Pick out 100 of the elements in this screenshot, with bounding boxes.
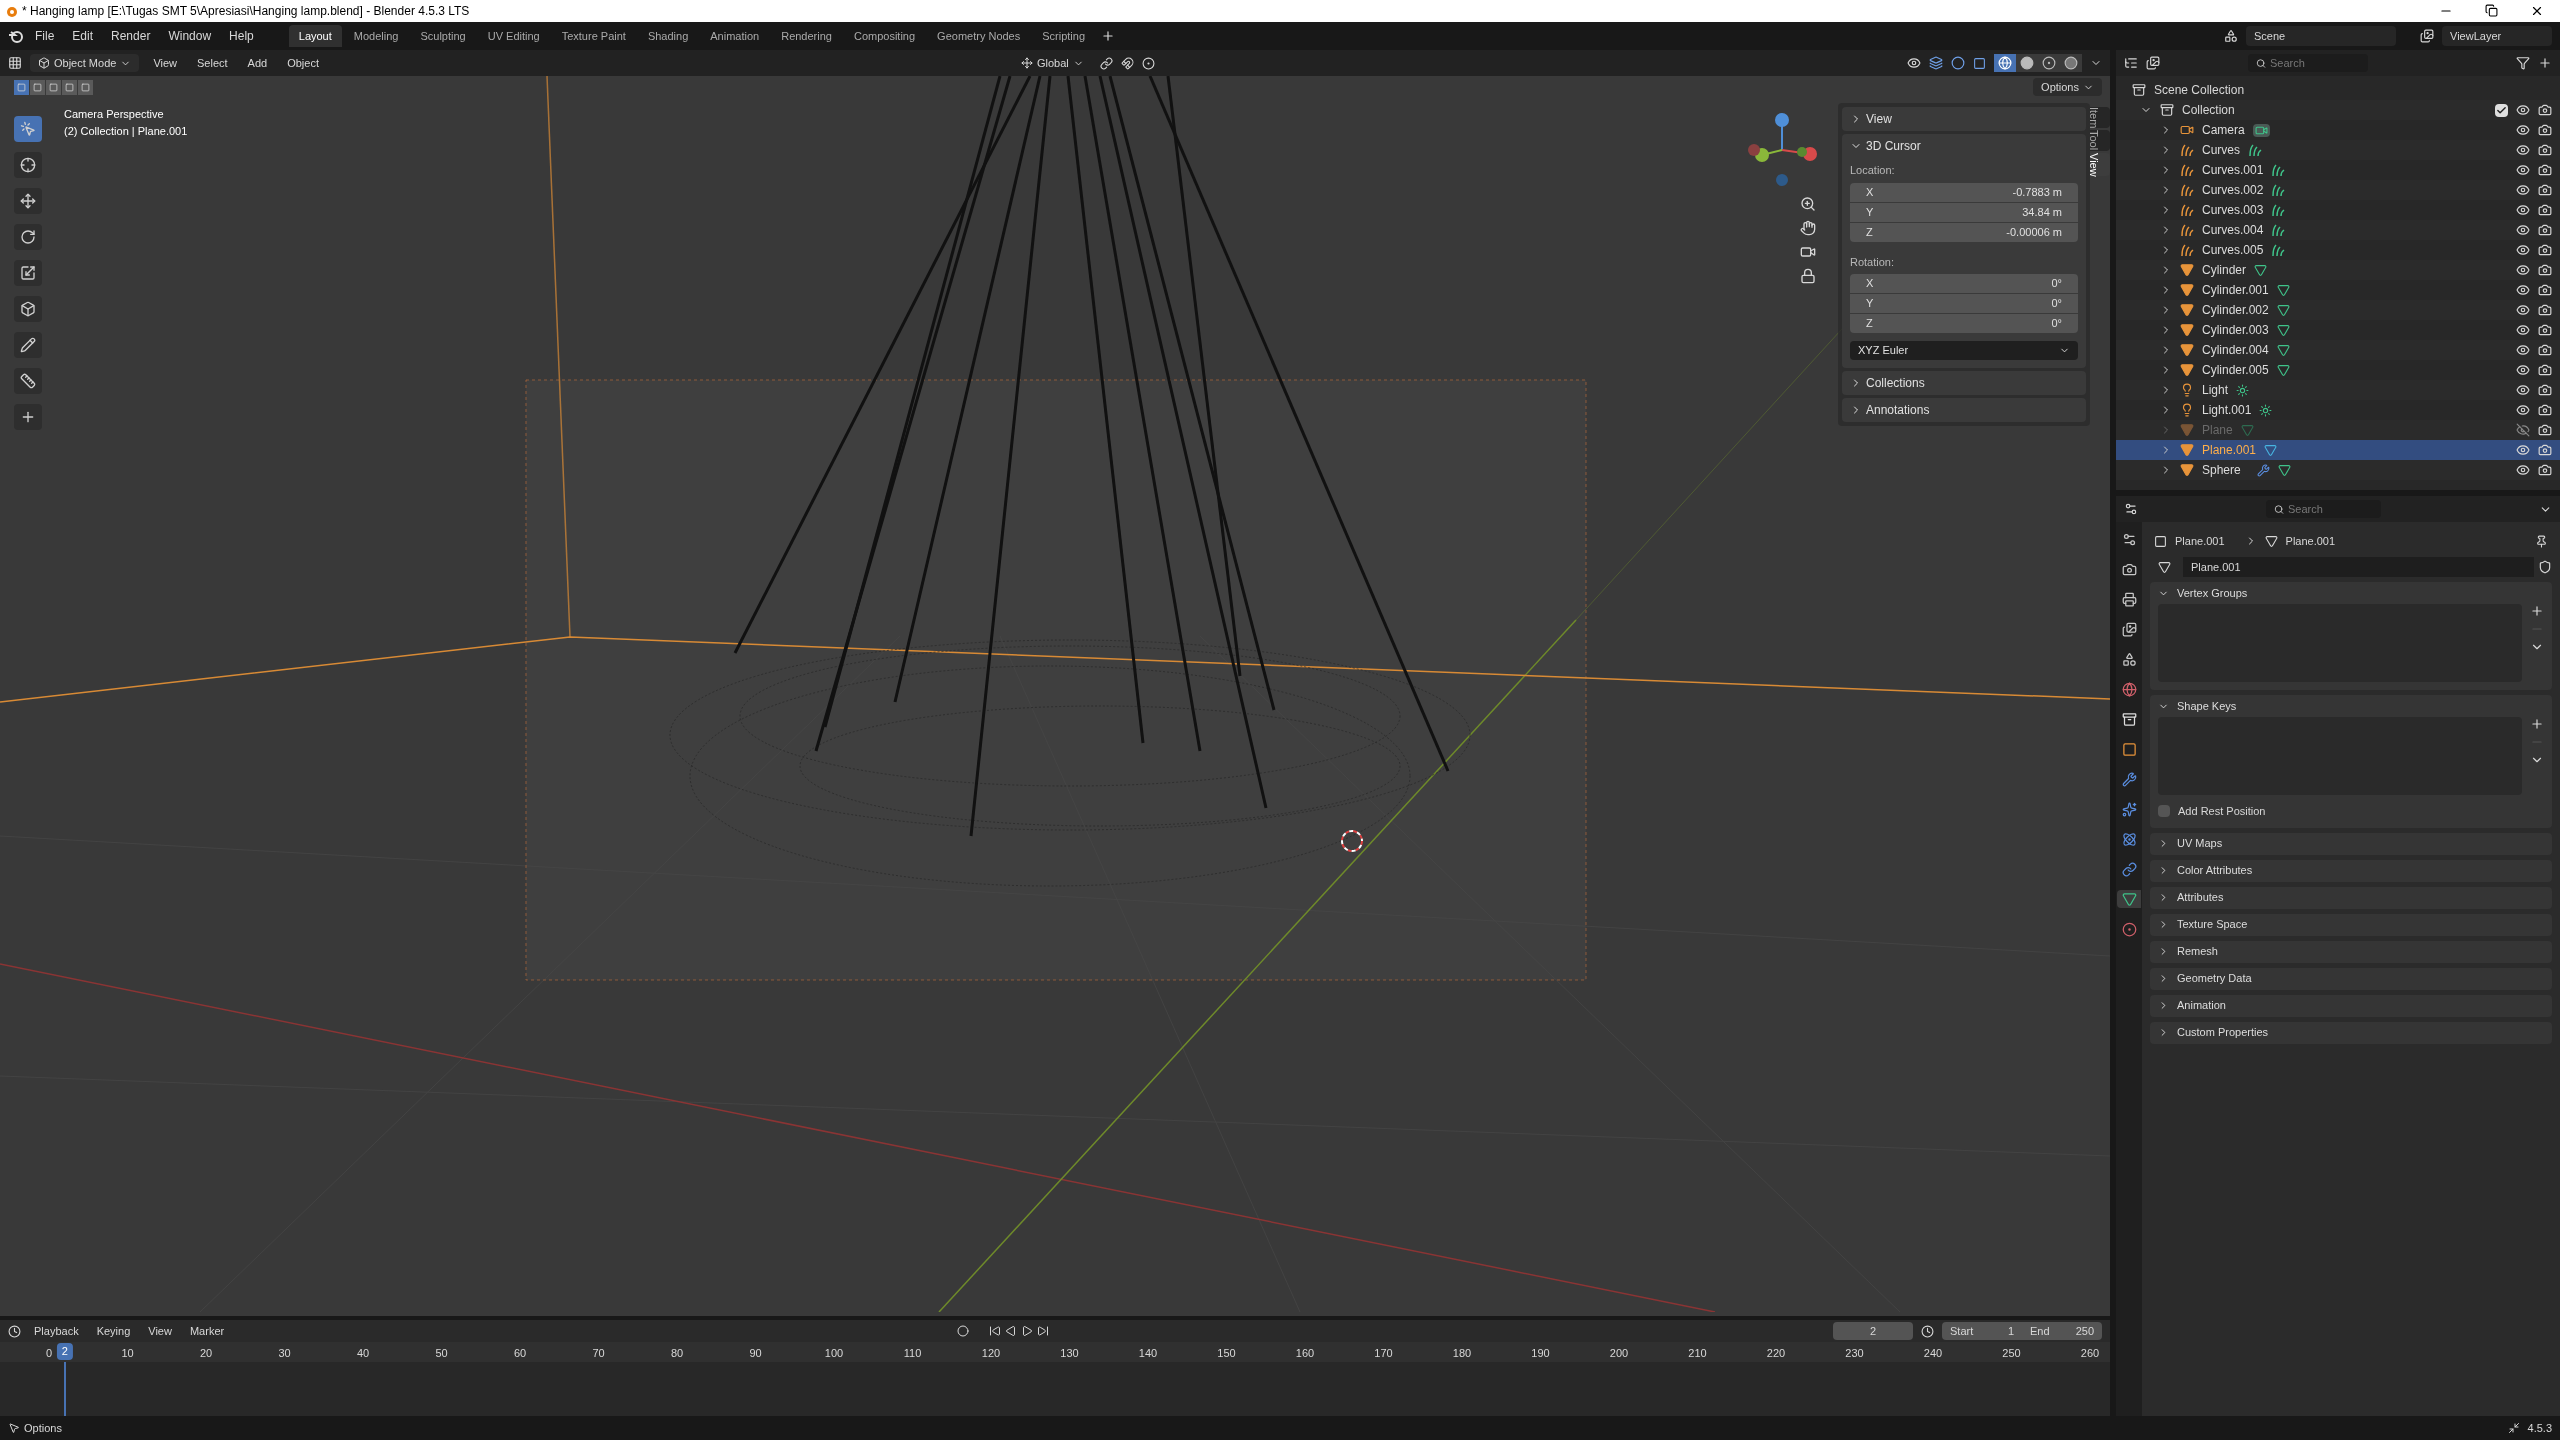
eye-icon[interactable] [2516, 143, 2530, 157]
viewport-menu-item[interactable]: View [147, 54, 184, 72]
add-icon[interactable] [2530, 717, 2544, 731]
viewport-menu-item[interactable]: Select [191, 54, 234, 72]
rotation-mode-dropdown[interactable]: XYZ Euler [1850, 341, 2078, 360]
eye-icon[interactable] [2516, 103, 2530, 117]
mesh-data-icon[interactable] [2276, 283, 2290, 297]
panel-header[interactable]: Remesh [2150, 940, 2552, 963]
search-field[interactable]: Search [2248, 54, 2368, 72]
menu-item[interactable]: Render [104, 27, 158, 45]
mesh-data-icon[interactable] [2276, 343, 2290, 357]
render-camera-icon[interactable] [2538, 323, 2552, 337]
workspace-tab[interactable]: Scripting [1032, 25, 1096, 47]
mesh-data-icon[interactable] [2276, 323, 2290, 337]
eye-icon[interactable] [2516, 263, 2530, 277]
workspace-tab[interactable]: Modeling [343, 25, 409, 47]
location-field[interactable]: Z -0.00006 m [1850, 222, 2078, 242]
render-camera-icon[interactable] [2538, 423, 2552, 437]
workspace-tab[interactable]: Layout [288, 25, 342, 47]
scene-field[interactable]: Scene [2246, 26, 2396, 46]
play-icon[interactable] [1021, 1325, 1034, 1337]
jump-end-icon[interactable] [1037, 1325, 1050, 1337]
snap-icon[interactable] [1120, 56, 1134, 70]
panel-header[interactable]: Texture Space [2150, 913, 2552, 936]
workspace-tab[interactable]: Shading [637, 25, 699, 47]
jump-start-icon[interactable] [989, 1325, 1002, 1337]
new-collection-icon[interactable] [2538, 56, 2552, 70]
editor-type-icon[interactable] [8, 1324, 21, 1338]
eye-closed-icon[interactable] [2516, 423, 2530, 437]
render-camera-icon[interactable] [2538, 303, 2552, 317]
sidebar-tab[interactable]: View [2090, 152, 2110, 177]
render-camera-icon[interactable] [2538, 443, 2552, 457]
add-icon[interactable] [2530, 604, 2544, 618]
view-layer-field[interactable]: ViewLayer [2442, 26, 2552, 46]
mesh-data-icon[interactable] [2277, 463, 2291, 477]
render-camera-icon[interactable] [2538, 223, 2552, 237]
workspace-tab[interactable]: Rendering [771, 25, 842, 47]
record-icon[interactable] [957, 1325, 970, 1337]
shading-button[interactable] [2016, 54, 2038, 72]
select-mode-button[interactable] [62, 80, 77, 95]
render-camera-icon[interactable] [2538, 343, 2552, 357]
editor-type-icon[interactable] [8, 56, 22, 70]
panel-header[interactable]: Custom Properties [2150, 1021, 2552, 1044]
panel-header[interactable]: Geometry Data [2150, 967, 2552, 990]
render-camera-icon[interactable] [2538, 143, 2552, 157]
render-camera-icon[interactable] [2538, 243, 2552, 257]
tree-item[interactable]: Scene Collection [2154, 81, 2245, 99]
panel-header[interactable]: Color Attributes [2150, 859, 2552, 882]
sun-icon[interactable] [2259, 403, 2273, 417]
viewport[interactable]: Options Camera Perspective (2) Collection | Plane.001 View 3D Cursor Location: X -0.7883 m Y 34.84 m Z -0.00006 m Rotation: X 0° Y 0° Z 0° XYZ Euler Collections Annotations Item Tool View [0, 76, 2110, 1316]
data-name-field[interactable]: Plane.001 [2183, 557, 2534, 577]
tool-button[interactable] [14, 116, 42, 142]
location-field[interactable]: X -0.7883 m [1850, 182, 2078, 202]
playhead[interactable]: 2 [56, 1343, 73, 1360]
menu-item[interactable]: File [28, 27, 62, 45]
close-icon[interactable] [2530, 4, 2544, 18]
select-mode-button[interactable] [30, 80, 45, 95]
breadcrumb-item[interactable]: Plane.001 [2285, 532, 2336, 550]
timeline-menu-item[interactable]: Marker [184, 1322, 230, 1340]
view-layer-icon[interactable] [2420, 29, 2434, 43]
render-camera-icon[interactable] [2538, 103, 2552, 117]
render-camera-icon[interactable] [2538, 203, 2552, 217]
search-field[interactable]: Search [2266, 500, 2381, 518]
viewport-menu-item[interactable]: Object [281, 54, 325, 72]
end-frame-field[interactable]: End 250 [2022, 1322, 2102, 1340]
select-mode-button[interactable] [78, 80, 93, 95]
mesh-data-icon[interactable] [2276, 303, 2290, 317]
eye-icon[interactable] [2516, 403, 2530, 417]
tool-button[interactable] [14, 152, 42, 178]
sun-icon[interactable] [2236, 383, 2250, 397]
filter-icon[interactable] [2516, 56, 2530, 70]
checkbox[interactable] [2158, 805, 2170, 818]
sidebar-tab[interactable]: Item [2090, 107, 2110, 129]
add-workspace-icon[interactable] [1101, 29, 1116, 43]
eye-icon[interactable] [2516, 363, 2530, 377]
eye-icon[interactable] [2516, 183, 2530, 197]
tool-button[interactable] [14, 368, 42, 394]
eye-icon[interactable] [2516, 443, 2530, 457]
orientation-dropdown[interactable]: Global [1013, 54, 1092, 72]
workspace-tab[interactable]: Compositing [843, 25, 926, 47]
select-mode-button[interactable] [46, 80, 61, 95]
tool-button[interactable] [14, 188, 42, 214]
shield-icon[interactable] [2538, 560, 2552, 574]
workspace-tab[interactable]: Sculpting [410, 25, 476, 47]
properties-tab[interactable] [2117, 890, 2141, 908]
workspace-tab[interactable]: UV Editing [477, 25, 550, 47]
start-frame-field[interactable]: Start 1 [1942, 1322, 2022, 1340]
render-camera-icon[interactable] [2538, 123, 2552, 137]
render-camera-icon[interactable] [2538, 283, 2552, 297]
tool-button[interactable] [14, 260, 42, 286]
viewport-menu-item[interactable]: Add [241, 54, 274, 72]
render-camera-icon[interactable] [2538, 363, 2552, 377]
scene-icon[interactable] [2224, 29, 2238, 43]
tool-button[interactable] [14, 332, 42, 358]
sidebar-tab[interactable]: Tool [2090, 130, 2110, 151]
eye-icon[interactable] [2516, 243, 2530, 257]
eye-icon[interactable] [2516, 123, 2530, 137]
mesh-data-icon[interactable] [2254, 263, 2267, 277]
editor-type-icon[interactable] [2124, 56, 2138, 70]
shading-button[interactable] [2060, 54, 2082, 72]
